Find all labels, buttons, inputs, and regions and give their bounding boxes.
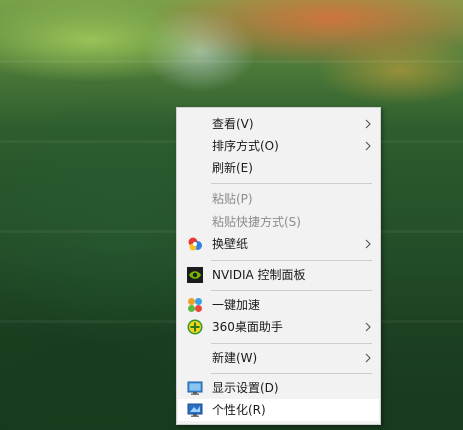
desktop-context-menu: 查看(V) 排序方式(O) 刷新(E) 粘贴(P) 粘贴快捷方式(S) 换壁纸 xyxy=(176,107,381,425)
menu-item-label: 查看(V) xyxy=(212,117,254,131)
menu-item-new[interactable]: 新建(W) xyxy=(178,347,379,369)
menu-item-label: 显示设置(D) xyxy=(212,381,279,395)
chevron-right-icon xyxy=(365,322,371,332)
menu-item-label: 排序方式(O) xyxy=(212,139,279,153)
menu-item-label: 粘贴(P) xyxy=(212,192,253,206)
chevron-right-icon xyxy=(365,353,371,363)
menu-item-view[interactable]: 查看(V) xyxy=(178,113,379,135)
menu-item-personalize[interactable]: 个性化(R) xyxy=(178,399,379,421)
menu-item-label: 刷新(E) xyxy=(212,161,253,175)
wallpaper-icon xyxy=(187,236,203,252)
chevron-right-icon xyxy=(365,239,371,249)
menu-item-label: 新建(W) xyxy=(212,351,258,365)
menu-item-refresh[interactable]: 刷新(E) xyxy=(178,157,379,179)
menu-item-label: 粘贴快捷方式(S) xyxy=(212,215,301,229)
menu-separator xyxy=(211,373,372,374)
display-settings-icon xyxy=(187,380,203,396)
menu-item-label: 360桌面助手 xyxy=(212,320,283,334)
personalize-icon xyxy=(187,402,203,418)
menu-item-change-wallpaper[interactable]: 换壁纸 xyxy=(178,233,379,255)
accelerate-icon xyxy=(187,297,203,313)
menu-item-label: 换壁纸 xyxy=(212,237,249,251)
menu-item-paste: 粘贴(P) xyxy=(178,188,379,210)
menu-item-display-settings[interactable]: 显示设置(D) xyxy=(178,377,379,399)
menu-item-sort-by[interactable]: 排序方式(O) xyxy=(178,135,379,157)
360-desktop-icon xyxy=(187,319,203,335)
menu-separator xyxy=(211,260,372,261)
menu-item-paste-shortcut: 粘贴快捷方式(S) xyxy=(178,211,379,233)
menu-item-label: NVIDIA 控制面板 xyxy=(212,268,306,282)
menu-item-nvidia-control-panel[interactable]: NVIDIA 控制面板 xyxy=(178,264,379,286)
chevron-right-icon xyxy=(365,141,371,151)
menu-item-label: 一键加速 xyxy=(212,298,261,312)
menu-separator xyxy=(211,343,372,344)
menu-item-one-click-accelerate[interactable]: 一键加速 xyxy=(178,294,379,316)
nvidia-icon xyxy=(187,267,203,283)
menu-item-label: 个性化(R) xyxy=(212,403,266,417)
chevron-right-icon xyxy=(365,119,371,129)
menu-separator xyxy=(211,183,372,184)
menu-item-360-desktop-assistant[interactable]: 360桌面助手 xyxy=(178,316,379,338)
menu-separator xyxy=(211,290,372,291)
